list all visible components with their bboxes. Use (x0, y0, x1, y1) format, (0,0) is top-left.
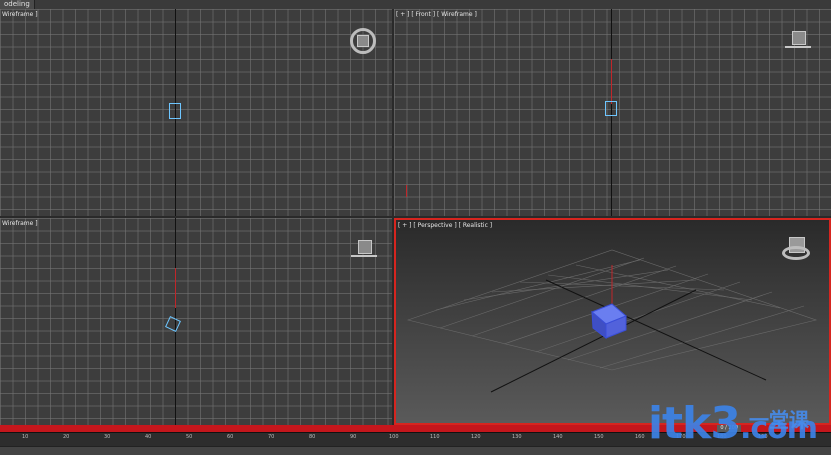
viewcube-icon[interactable] (792, 31, 806, 45)
ribbon-tab-modeling[interactable]: odeling (0, 0, 35, 9)
timeline-tick: 120 (471, 434, 481, 440)
world-axis-z (611, 59, 612, 104)
viewcube-icon[interactable] (357, 35, 369, 47)
viewport-label-top[interactable]: Wireframe ] (2, 11, 38, 18)
selected-object[interactable] (169, 103, 181, 119)
perspective-grid (406, 249, 818, 393)
timeline-tick: 60 (227, 434, 234, 440)
viewport-left[interactable]: Wireframe ] (0, 218, 392, 425)
viewport-label-left[interactable]: Wireframe ] (2, 220, 38, 227)
timeline-tick: 40 (145, 434, 152, 440)
timeline-tick: 150 (594, 434, 604, 440)
viewport-perspective[interactable]: [ + ] [ Perspective ] [ Realistic ] (394, 218, 831, 425)
viewcube-ring-icon[interactable] (782, 246, 810, 260)
timeline-tick: 80 (309, 434, 316, 440)
selected-object[interactable] (165, 316, 181, 332)
timeline-tick: 10 (22, 434, 29, 440)
timeline-tick: 20 (63, 434, 70, 440)
viewport-label-front[interactable]: [ + ] [ Front ] [ Wireframe ] (396, 11, 477, 18)
timeline-tick: 110 (430, 434, 440, 440)
timeline-tick: 140 (553, 434, 563, 440)
viewcube-base (351, 255, 377, 257)
timeline-tick: 160 (635, 434, 645, 440)
timeline-tick: 100 (389, 434, 399, 440)
viewport-area: Wireframe ] [ + ] [ Front ] [ Wireframe … (0, 9, 831, 425)
watermark-text: itk3 (647, 398, 741, 449)
timeline-tick: 30 (104, 434, 111, 440)
axis-tripod-icon (406, 185, 407, 197)
viewport-front[interactable]: [ + ] [ Front ] [ Wireframe ] (394, 9, 831, 216)
timeline-tick: 50 (186, 434, 193, 440)
timeline-tick: 70 (268, 434, 275, 440)
timeline-tick: 90 (350, 434, 357, 440)
viewcube-base (785, 46, 811, 48)
watermark-cn: 一堂课 (749, 408, 809, 432)
viewcube-icon[interactable] (358, 240, 372, 254)
viewport-top[interactable]: Wireframe ] (0, 9, 392, 216)
world-axis-z (175, 268, 176, 308)
timeline-tick: 130 (512, 434, 522, 440)
selected-object[interactable] (605, 101, 617, 116)
